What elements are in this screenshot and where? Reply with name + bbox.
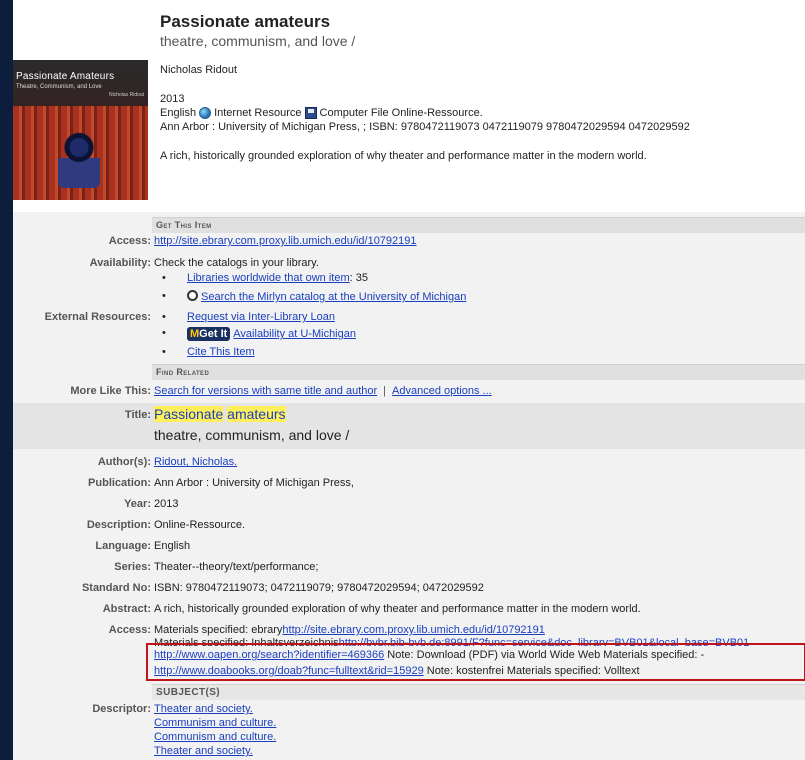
advanced-options-link[interactable]: Advanced options ... <box>392 385 492 397</box>
record-author: Nicholas Ridout <box>160 64 238 76</box>
section-get-this-item: Get This Item <box>152 217 805 233</box>
publication-value: Ann Arbor : University of Michigan Press… <box>154 477 354 489</box>
cover-title: Passionate Amateurs <box>16 71 115 82</box>
search-icon <box>187 290 198 301</box>
external-resources-label: External Resources: <box>44 311 151 323</box>
record-header: Passionate Amateurs Theatre, Communism, … <box>13 0 805 212</box>
more-like-this-links: Search for versions with same title and … <box>154 385 492 397</box>
availability-umich-link[interactable]: Availability at U-Michigan <box>233 328 356 340</box>
description-value: Online-Ressource. <box>154 519 246 531</box>
language-label: Language: <box>95 540 151 552</box>
access-label: Access: <box>108 235 151 247</box>
standard-no-value: ISBN: 9780472119073; 0472119079; 9780472… <box>154 582 484 594</box>
publication-label: Publication: <box>88 477 151 489</box>
authors-label: Author(s): <box>97 456 151 468</box>
record-publication: Ann Arbor : University of Michigan Press… <box>160 121 690 133</box>
interlibrary-loan-link[interactable]: Request via Inter-Library Loan <box>187 311 335 323</box>
record-subtitle: theatre, communism, and love / <box>160 33 356 49</box>
record-formats: English Internet Resource Computer File … <box>160 107 483 119</box>
format-internet: Internet Resource <box>214 107 302 119</box>
record-language: English <box>160 107 197 119</box>
subject-link[interactable]: Theater and society. <box>154 703 253 715</box>
versions-search-link[interactable]: Search for versions with same title and … <box>154 385 377 397</box>
title-subtitle: theatre, communism, and love / <box>154 427 350 443</box>
section-find-related: Find Related <box>152 364 805 380</box>
title-label: Title: <box>124 409 151 421</box>
access-link[interactable]: http://site.ebrary.com.proxy.lib.umich.e… <box>154 235 417 247</box>
availability-text: Check the catalogs in your library. <box>154 257 319 269</box>
year-value: 2013 <box>154 498 179 510</box>
year-label: Year: <box>124 498 151 510</box>
cover-figure <box>58 130 100 188</box>
availability-label: Availability: <box>89 257 151 269</box>
ebrary-link[interactable]: http://site.ebrary.com.proxy.lib.umich.e… <box>282 624 545 636</box>
subject-link[interactable]: Communism and culture. <box>154 717 276 729</box>
mirlyn-search-link[interactable]: Search the Mirlyn catalog at the Univers… <box>201 291 466 303</box>
libraries-count: : 35 <box>349 272 368 284</box>
link-separator: | <box>383 385 387 397</box>
description-label: Description: <box>86 519 151 531</box>
subject-link[interactable]: Theater and society. <box>154 745 253 757</box>
access-line-ebrary: Materials specified: ebraryhttp://site.e… <box>154 624 545 636</box>
record-title: Passionate amateurs <box>160 12 331 31</box>
abstract-label: Abstract: <box>102 603 151 615</box>
format-computer-file: Computer File Online-Ressource. <box>319 107 483 119</box>
book-cover[interactable]: Passionate Amateurs Theatre, Communism, … <box>13 60 148 200</box>
more-like-this-label: More Like This: <box>70 385 151 397</box>
abstract-value: A rich, historically grounded exploratio… <box>154 603 641 615</box>
title-value[interactable]: Passionate amateurs <box>154 406 286 422</box>
language-value: English <box>154 540 191 552</box>
standard-no-label: Standard No: <box>81 582 151 594</box>
record-abstract: A rich, historically grounded exploratio… <box>160 150 647 162</box>
access-detail-label: Access: <box>108 624 151 636</box>
series-label: Series: <box>114 561 151 573</box>
series-value: Theater--theory/text/performance; <box>154 561 319 573</box>
computer-file-icon <box>304 107 317 119</box>
cite-item-link[interactable]: Cite This Item <box>187 346 255 358</box>
internet-resource-icon <box>199 107 212 119</box>
mgetit-icon[interactable]: MGet It <box>187 327 231 341</box>
record-year: 2013 <box>160 93 185 105</box>
author-link[interactable]: Ridout, Nicholas. <box>154 456 237 468</box>
section-subjects: SUBJECT(S) <box>152 684 805 700</box>
cover-author: Nicholas Ridout <box>108 92 144 98</box>
libraries-worldwide-link[interactable]: Libraries worldwide that own item <box>187 272 350 284</box>
descriptor-label: Descriptor: <box>92 703 151 715</box>
cover-subtitle: Theatre, Communism, and Love <box>16 84 102 90</box>
highlight-box <box>146 643 805 681</box>
subject-link[interactable]: Communism and culture. <box>154 731 276 743</box>
